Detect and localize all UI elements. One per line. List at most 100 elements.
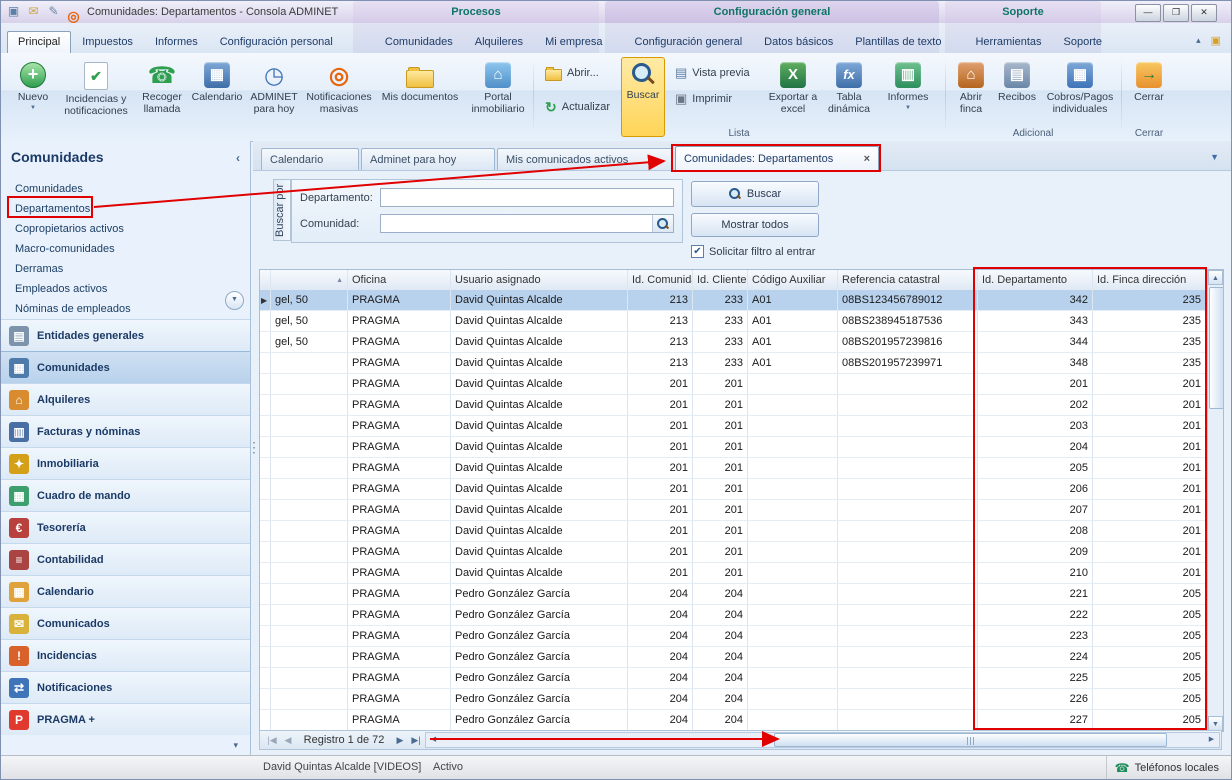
sidebar-link[interactable]: Macro-comunidades bbox=[1, 239, 250, 259]
sidebar-nav-item[interactable]: ✦ Inmobiliaria bbox=[1, 447, 250, 479]
grid-row[interactable]: PRAGMA David Quintas Alcalde 201 201 206… bbox=[260, 479, 1207, 500]
document-tab[interactable]: Calendario bbox=[261, 148, 359, 170]
minimize-button[interactable]: — bbox=[1135, 4, 1161, 22]
sidebar-nav-item[interactable]: ⌂ Alquileres bbox=[1, 383, 250, 415]
collapse-ribbon-icon[interactable]: ▴ bbox=[1196, 35, 1201, 46]
sidebar-nav-item[interactable]: ▤ Entidades generales bbox=[1, 319, 250, 351]
cobros-pagos-button[interactable]: ▦ Cobros/Pagos individuales bbox=[1041, 57, 1119, 127]
sidebar-link[interactable]: Empleados activos bbox=[1, 279, 250, 299]
ribbon-tab[interactable]: Comunidades bbox=[374, 31, 464, 53]
notificaciones-masivas-button[interactable]: Notificaciones masivas bbox=[305, 57, 373, 127]
sidebar-nav-item[interactable]: ≡ Contabilidad bbox=[1, 543, 250, 575]
column-header[interactable]: Id. Cliente ▲ bbox=[693, 270, 748, 290]
close-button[interactable]: ✕ bbox=[1191, 4, 1217, 22]
vista-previa-button[interactable]: Vista previa bbox=[671, 63, 771, 83]
cerrar-button[interactable]: → Cerrar bbox=[1125, 57, 1173, 127]
grid-row[interactable]: PRAGMA David Quintas Alcalde 213 233 A01… bbox=[260, 353, 1207, 374]
grid-row[interactable]: gel, 50 PRAGMA David Quintas Alcalde 213… bbox=[260, 311, 1207, 332]
sidebar-nav-item[interactable]: ! Incidencias bbox=[1, 639, 250, 671]
grid-row[interactable]: PRAGMA David Quintas Alcalde 201 201 210… bbox=[260, 563, 1207, 584]
document-tab[interactable]: Mis comunicados activos bbox=[497, 148, 673, 170]
tabla-dinamica-button[interactable]: fx Tabla dinámica bbox=[823, 57, 875, 127]
sidebar-link[interactable]: Copropietarios activos bbox=[1, 219, 250, 239]
grid-row[interactable]: PRAGMA Pedro González García 204 204 221… bbox=[260, 584, 1207, 605]
compose-icon[interactable]: ✎ bbox=[45, 3, 62, 20]
grid-row[interactable]: PRAGMA Pedro González García 204 204 222… bbox=[260, 605, 1207, 626]
grid-row[interactable]: PRAGMA David Quintas Alcalde 201 201 203… bbox=[260, 416, 1207, 437]
scroll-down-button[interactable]: ▼ bbox=[225, 291, 244, 310]
grid-row[interactable]: PRAGMA David Quintas Alcalde 201 201 208… bbox=[260, 521, 1207, 542]
scroll-right-icon[interactable]: ▶ bbox=[1204, 733, 1219, 747]
sidebar-nav-item[interactable]: € Tesorería bbox=[1, 511, 250, 543]
recibos-button[interactable]: ▤ Recibos bbox=[995, 57, 1039, 127]
sidebar-link[interactable]: Comunidades bbox=[1, 179, 250, 199]
collapse-sidebar-icon[interactable]: ‹ bbox=[236, 151, 240, 165]
scroll-up-icon[interactable]: ▲ bbox=[1208, 270, 1223, 285]
sidebar-nav-item[interactable]: ⇄ Notificaciones bbox=[1, 671, 250, 703]
grid-row[interactable]: PRAGMA David Quintas Alcalde 201 201 202… bbox=[260, 395, 1207, 416]
horizontal-scroll-thumb[interactable] bbox=[774, 733, 1167, 747]
sidebar-nav-item[interactable]: P PRAGMA + bbox=[1, 703, 250, 735]
column-header[interactable]: ▲ bbox=[271, 270, 348, 290]
vertical-scroll-thumb[interactable] bbox=[1209, 287, 1224, 409]
splitter-handle[interactable]: ⋮ bbox=[247, 439, 261, 456]
scroll-down-icon[interactable]: ▼ bbox=[1208, 716, 1223, 731]
mis-documentos-button[interactable]: Mis documentos bbox=[375, 57, 465, 127]
document-tab[interactable]: Adminet para hoy bbox=[361, 148, 495, 170]
grid-row[interactable]: PRAGMA David Quintas Alcalde 201 201 207… bbox=[260, 500, 1207, 521]
portal-inmobiliario-button[interactable]: ⌂ Portal inmobiliario bbox=[467, 57, 529, 127]
sidebar-link[interactable]: Derramas bbox=[1, 259, 250, 279]
calendario-button[interactable]: ▦ Calendario bbox=[191, 57, 243, 127]
sidebar-bottom-chevron-icon[interactable]: ▾ bbox=[233, 740, 238, 751]
grid-row[interactable]: gel, 50 PRAGMA David Quintas Alcalde 213… bbox=[260, 290, 1207, 311]
checkbox-box[interactable] bbox=[691, 245, 704, 258]
grid-row[interactable]: PRAGMA Pedro González García 204 204 226… bbox=[260, 689, 1207, 710]
column-header[interactable]: Código Auxiliar bbox=[748, 270, 838, 290]
grid-row[interactable]: PRAGMA David Quintas Alcalde 201 201 209… bbox=[260, 542, 1207, 563]
grid-row[interactable]: PRAGMA Pedro González García 204 204 225… bbox=[260, 668, 1207, 689]
previous-record-button[interactable]: ◀ bbox=[280, 735, 296, 746]
sidebar-nav-item[interactable]: ▥ Facturas y nóminas bbox=[1, 415, 250, 447]
ribbon-tab[interactable]: Datos básicos bbox=[753, 31, 844, 53]
column-header[interactable]: Usuario asignado bbox=[451, 270, 628, 290]
ribbon-tab[interactable]: Herramientas bbox=[964, 31, 1052, 53]
grid-row[interactable]: PRAGMA Pedro González García 204 204 223… bbox=[260, 626, 1207, 647]
sidebar-nav-item[interactable]: ▦ Calendario bbox=[1, 575, 250, 607]
grid-row[interactable]: PRAGMA Pedro González García 204 204 227… bbox=[260, 710, 1207, 731]
sidebar-nav-item[interactable]: ▦ Cuadro de mando bbox=[1, 479, 250, 511]
horizontal-scrollbar[interactable]: ◀ ▶ bbox=[425, 732, 1220, 748]
column-header[interactable]: Id. Comunidad ▲ bbox=[628, 270, 693, 290]
comunidad-input[interactable] bbox=[381, 215, 652, 232]
filter-buscar-button[interactable]: Buscar bbox=[691, 181, 819, 207]
first-record-button[interactable]: |◀ bbox=[264, 735, 280, 746]
restore-button[interactable]: ❐ bbox=[1163, 4, 1189, 22]
incidencias-button[interactable]: Incidencias y notificaciones bbox=[59, 57, 133, 127]
vertical-scrollbar[interactable]: ▲ ▼ bbox=[1207, 270, 1223, 731]
abrir-button[interactable]: Abrir... bbox=[541, 63, 629, 83]
adminet-hoy-button[interactable]: ADMINET para hoy bbox=[245, 57, 303, 127]
exportar-excel-button[interactable]: X Exportar a excel bbox=[765, 57, 821, 127]
ribbon-tab[interactable]: Principal bbox=[7, 31, 71, 53]
ribbon-tab[interactable]: Impuestos bbox=[71, 31, 144, 53]
ribbon-tab[interactable]: Configuración personal bbox=[209, 31, 344, 53]
actualizar-button[interactable]: Actualizar bbox=[541, 97, 629, 117]
telefonos-locales-panel[interactable]: ☎ Teléfonos locales bbox=[1106, 756, 1227, 779]
last-record-button[interactable]: ▶| bbox=[408, 735, 424, 746]
document-tab[interactable]: Comunidades: Departamentos × bbox=[675, 146, 879, 170]
scroll-left-icon[interactable]: ◀ bbox=[426, 733, 441, 747]
sidebar-link[interactable]: Departamentos bbox=[1, 199, 250, 219]
next-record-button[interactable]: ▶ bbox=[392, 735, 408, 746]
ribbon-tab[interactable]: Configuración general bbox=[624, 31, 754, 53]
tab-list-dropdown-icon[interactable]: ▼ bbox=[1210, 152, 1219, 162]
informes-button[interactable]: ▥ Informes▼ bbox=[877, 57, 939, 127]
ribbon-tab[interactable]: Soporte bbox=[1053, 31, 1114, 53]
ribbon-tab[interactable]: Informes bbox=[144, 31, 209, 53]
column-header[interactable]: Oficina bbox=[348, 270, 451, 290]
comunidad-lookup-button[interactable] bbox=[652, 215, 673, 232]
sidebar-nav-item[interactable]: ✉ Comunicados bbox=[1, 607, 250, 639]
ribbon-tab[interactable]: Mi empresa bbox=[534, 31, 613, 53]
ribbon-tab[interactable]: Plantillas de texto bbox=[844, 31, 952, 53]
column-header[interactable]: Referencia catastral bbox=[838, 270, 978, 290]
grid-row[interactable]: PRAGMA David Quintas Alcalde 201 201 204… bbox=[260, 437, 1207, 458]
grid-row[interactable]: PRAGMA David Quintas Alcalde 201 201 205… bbox=[260, 458, 1207, 479]
